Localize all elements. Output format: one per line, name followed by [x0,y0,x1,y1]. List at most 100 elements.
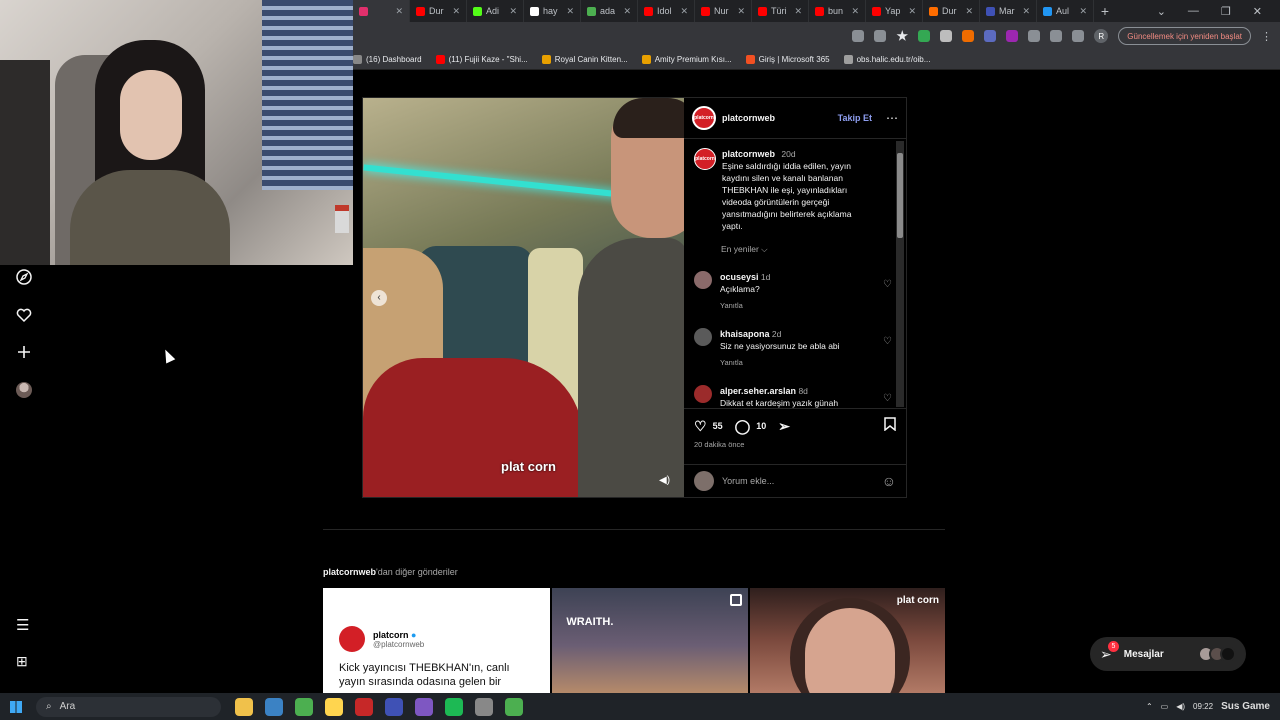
browser-tab[interactable]: ada ✕ [581,0,638,22]
browser-tab[interactable]: Mar ✕ [980,0,1037,22]
bookmark-item[interactable]: (11) Fujii Kaze - "Shi... [435,55,528,64]
explore-icon[interactable] [16,269,32,285]
tab-close-icon[interactable]: ✕ [965,6,973,17]
more-menu-icon[interactable]: ☰ [16,616,29,634]
post-media[interactable]: ‹ plat corn ◀) [363,98,684,497]
sort-comments-dropdown[interactable]: En yeniler ⌵ [721,244,896,255]
tab-close-icon[interactable]: ✕ [908,6,916,17]
bookmark-item[interactable]: Royal Canin Kitten... [541,55,628,64]
emoji-icon[interactable]: ☺ [882,473,896,489]
tab-close-icon[interactable]: ✕ [1079,6,1087,17]
install-icon[interactable] [852,30,865,42]
save-bookmark-icon[interactable] [884,417,896,434]
more-post-tile-1[interactable]: platcorn ● @platcornweb Kick yayıncısı T… [323,588,551,693]
tab-close-icon[interactable]: ✕ [680,6,688,17]
bookmark-item[interactable]: Amity Premium Kısı... [641,55,732,64]
more-post-tile-2[interactable]: WRAITH. [552,588,748,693]
tab-search-button[interactable]: ⌄ [1157,5,1166,18]
also-from-meta-icon[interactable]: ⊞ [16,653,28,670]
extension-audio-icon[interactable] [984,30,997,42]
extensions-puzzle-icon[interactable] [1028,30,1041,42]
caption-username[interactable]: platcornweb [722,149,775,159]
minimize-button[interactable]: — [1188,5,1199,18]
tray-network-icon[interactable]: ▭ [1161,702,1169,711]
extension-shield-icon[interactable] [918,30,931,42]
maximize-button[interactable]: ❐ [1221,5,1231,18]
commenter-avatar[interactable] [694,385,712,403]
taskbar-search[interactable]: ⌕ Ara [36,696,221,717]
follow-button[interactable]: Takip Et [838,113,872,123]
tab-close-icon[interactable]: ✕ [623,6,631,17]
tab-close-icon[interactable]: ✕ [395,6,403,17]
tab-close-icon[interactable]: ✕ [851,6,859,17]
browser-tab[interactable]: bun ✕ [809,0,866,22]
bookmark-item[interactable]: obs.halic.edu.tr/oib... [843,55,930,64]
more-options-icon[interactable]: ⋯ [886,111,898,125]
browser-tab[interactable]: ✕ [353,0,410,22]
browser-tab[interactable]: Dur ✕ [410,0,467,22]
comment-input[interactable]: Yorum ekle... [722,476,774,486]
reading-list-icon[interactable] [1050,30,1063,42]
commenter-avatar[interactable] [694,271,712,289]
extension-orange-icon[interactable] [962,30,975,42]
author-username[interactable]: platcornweb [722,113,775,123]
share-icon[interactable]: ➢ [778,419,790,433]
taskbar-app-icon[interactable] [475,697,493,716]
comment-like-icon[interactable]: ♡ [883,336,892,347]
taskbar-app-icon[interactable] [385,697,403,716]
taskbar-app-icon[interactable] [355,697,373,716]
author-avatar[interactable]: platcorn [692,106,716,130]
browser-menu-icon[interactable]: ⋮ [1261,30,1272,43]
caption-avatar[interactable]: platcorn [694,148,716,170]
tab-close-icon[interactable]: ✕ [794,6,802,17]
tab-close-icon[interactable]: ✕ [737,6,745,17]
scrollbar-thumb[interactable] [897,153,903,238]
bookmark-star-icon[interactable] [896,30,909,41]
like-icon[interactable]: ♡ [694,419,707,433]
tray-chevron-icon[interactable]: ⌃ [1146,702,1153,711]
commenter-avatar[interactable] [694,328,712,346]
comment-like-icon[interactable]: ♡ [883,393,892,404]
extension-purple-icon[interactable] [1006,30,1019,42]
sound-icon[interactable]: ◀) [659,475,670,486]
taskbar-clock[interactable]: 09:22 [1193,702,1213,711]
browser-tab[interactable]: Aul ✕ [1037,0,1094,22]
commenter-username[interactable]: khaisapona [720,329,770,339]
browser-tab[interactable]: Adi ✕ [467,0,524,22]
more-post-tile-3[interactable]: plat corn [749,588,945,693]
comments-scrollbar[interactable] [896,141,904,407]
share-icon[interactable] [874,30,887,42]
tab-close-icon[interactable]: ✕ [566,6,574,17]
browser-tab[interactable]: hay ✕ [524,0,581,22]
browser-tab[interactable]: Yap ✕ [866,0,923,22]
side-panel-icon[interactable] [1072,30,1085,42]
close-window-button[interactable]: ✕ [1253,5,1262,18]
messages-button[interactable]: ➢ 5 Mesajlar [1090,637,1246,671]
windows-start-icon[interactable] [10,700,22,713]
taskbar-app-icon[interactable] [295,697,313,716]
taskbar-app-icon[interactable] [505,697,523,716]
extension-gray-icon[interactable] [940,30,953,42]
bookmark-item[interactable]: (16) Dashboard [353,55,422,64]
browser-tab[interactable]: Idol ✕ [638,0,695,22]
comment-icon[interactable]: ◯ [735,419,751,433]
commenter-username[interactable]: ocuseysi [720,272,759,282]
browser-tab[interactable]: Dur ✕ [923,0,980,22]
profile-nav[interactable] [16,382,32,398]
tab-close-icon[interactable]: ✕ [509,6,517,17]
prev-media-button[interactable]: ‹ [371,290,387,306]
taskbar-app-icon[interactable] [325,697,343,716]
commenter-username[interactable]: alper.seher.arslan [720,386,796,396]
more-posts-user[interactable]: platcornweb [323,567,376,577]
tab-close-icon[interactable]: ✕ [1022,6,1030,17]
bookmark-item[interactable]: Giriş | Microsoft 365 [745,55,830,64]
notifications-heart-icon[interactable] [16,307,32,323]
new-tab-button[interactable]: + [1094,3,1116,19]
profile-avatar[interactable]: R [1094,29,1109,43]
reply-button[interactable]: Yanıtla [720,300,860,312]
browser-tab[interactable]: Türi ✕ [752,0,809,22]
taskbar-app-icon[interactable] [445,697,463,716]
update-restart-button[interactable]: Güncellemek için yeniden başlat [1118,27,1251,45]
browser-tab[interactable]: Nur ✕ [695,0,752,22]
tab-close-icon[interactable]: ✕ [452,6,460,17]
